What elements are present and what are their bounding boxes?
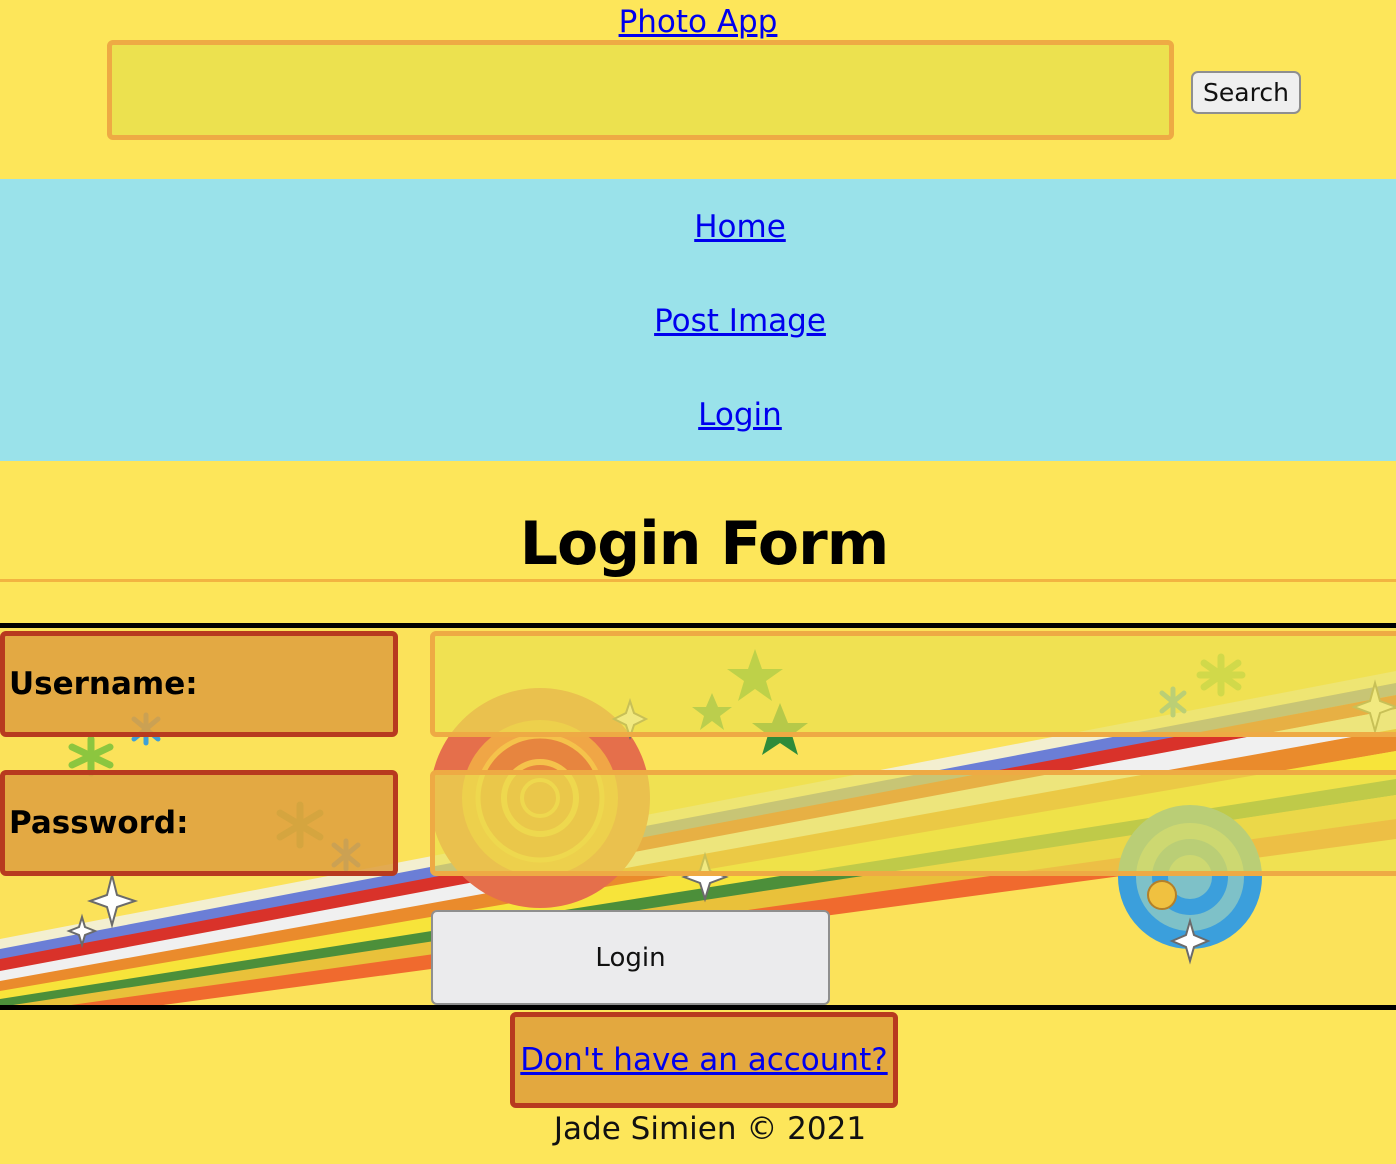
form-bottom-border <box>0 1005 1396 1010</box>
nav-bar: Home Post Image Login <box>0 179 1396 461</box>
heading-divider <box>0 579 1396 582</box>
username-label: Username: <box>9 665 198 702</box>
copyright-text: Jade Simien © 2021 <box>553 1111 867 1147</box>
register-link[interactable]: Don't have an account? <box>520 1042 887 1078</box>
app-title: Photo App <box>20 2 1396 42</box>
username-input[interactable] <box>430 631 1396 737</box>
password-label: Password: <box>9 804 189 841</box>
password-input[interactable] <box>430 770 1396 876</box>
app-title-link[interactable]: Photo App <box>619 4 778 40</box>
page-title: Login Form <box>519 509 889 579</box>
search-button[interactable]: Search <box>1191 71 1301 114</box>
nav-link-home[interactable]: Home <box>42 207 1396 247</box>
login-button[interactable]: Login <box>431 910 830 1005</box>
login-form: Username: Password: Login <box>0 623 1396 1010</box>
form-top-border <box>0 623 1396 628</box>
register-link-box: Don't have an account? <box>510 1012 898 1108</box>
nav-link-post-image[interactable]: Post Image <box>42 301 1396 341</box>
nav-link-login[interactable]: Login <box>42 395 1396 435</box>
username-label-box: Username: <box>0 631 398 737</box>
search-input[interactable] <box>107 40 1174 140</box>
password-label-box: Password: <box>0 770 398 876</box>
